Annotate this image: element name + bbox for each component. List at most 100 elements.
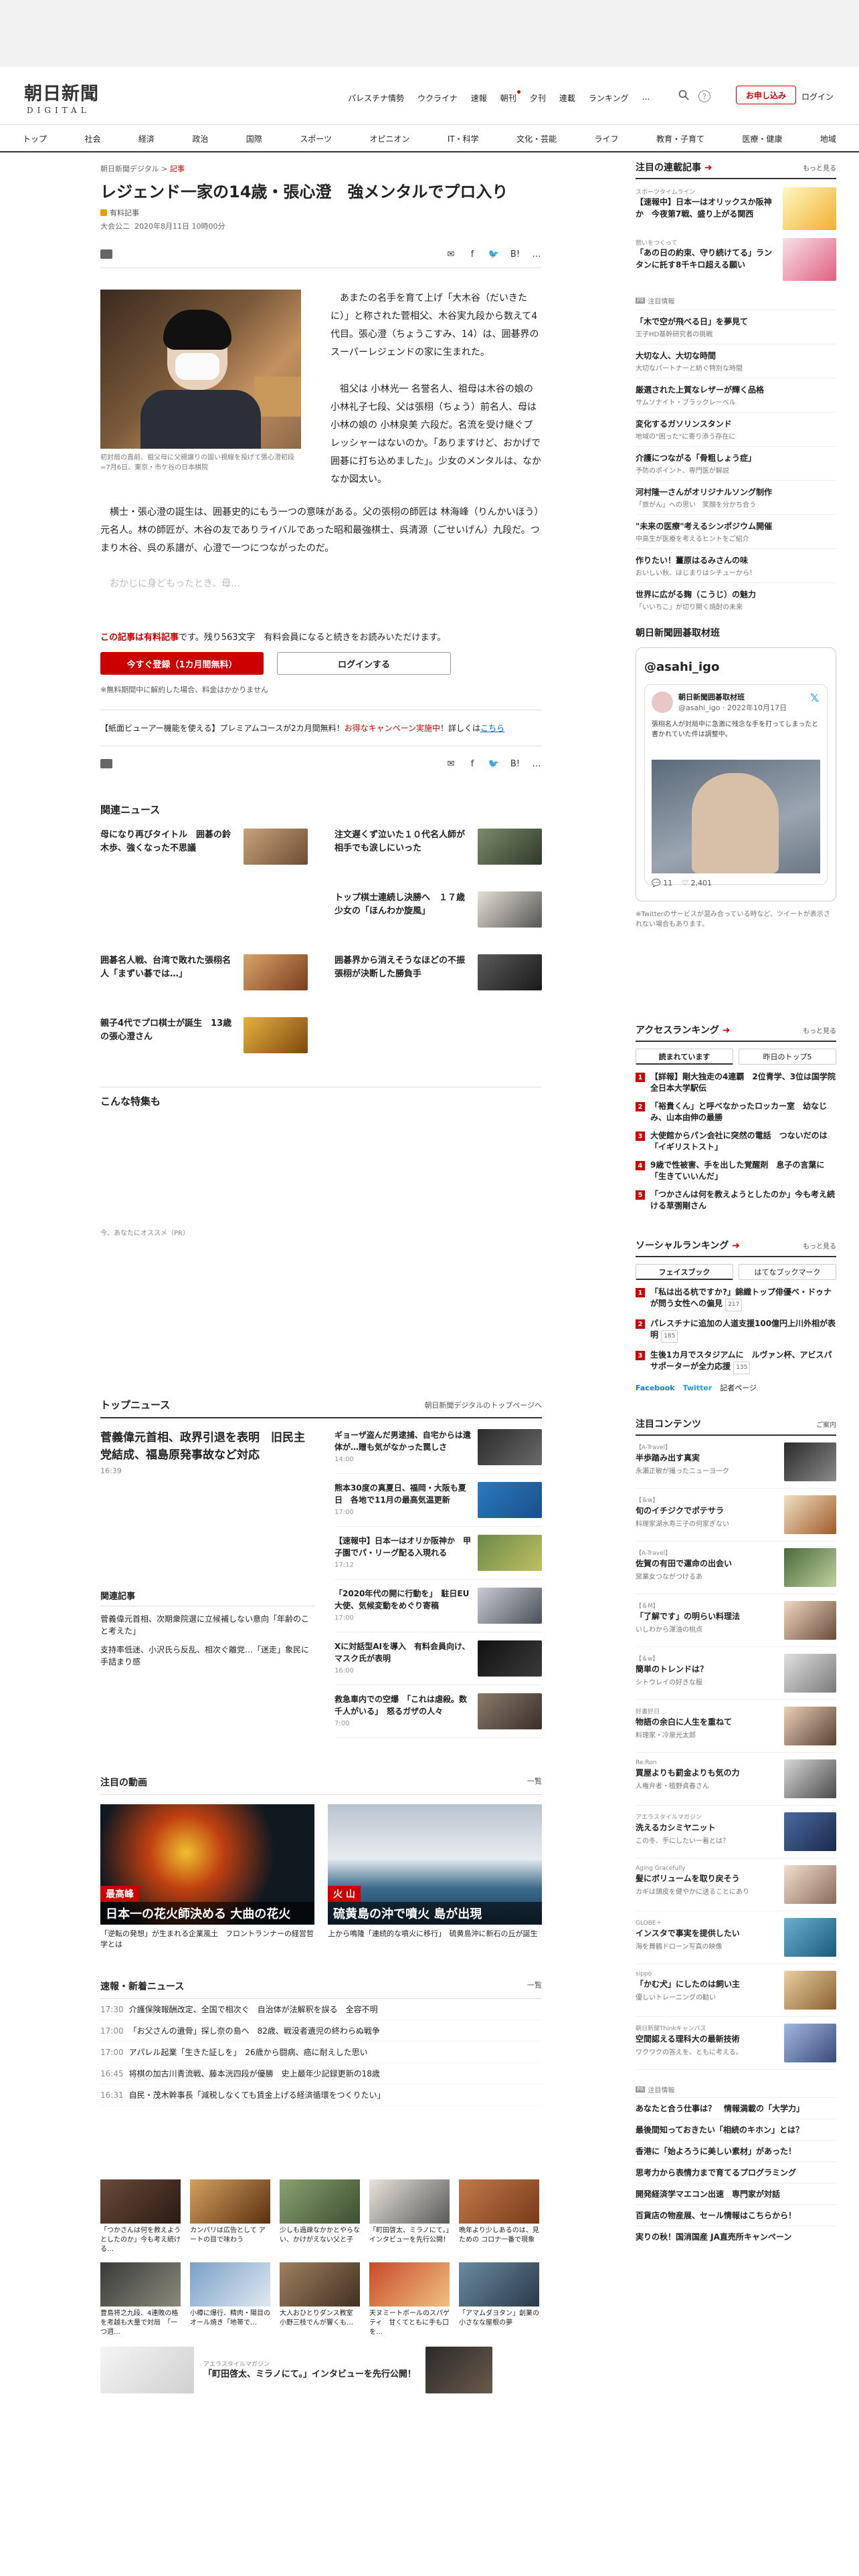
list-item[interactable]: 厳選された上質なレザーが輝く品格 サムソナイト・ブラックレーベル bbox=[636, 378, 836, 412]
article-photo[interactable]: 初対局の直前、祖父母に父親譲りの固い視線を投げて張心澄初段=7月6日、東京・市ケ… bbox=[100, 290, 301, 508]
mail-icon[interactable]: ✉ bbox=[446, 249, 456, 259]
tab-hatena[interactable]: はてなブックマーク bbox=[739, 1264, 836, 1280]
list-item[interactable]: ギョーザ盗んだ男逮捕、自宅からは遺体が…贈も気がなかった罠しさ 14:00 bbox=[335, 1429, 542, 1474]
list-item[interactable]: Xに対話型AIを導入 有料会員向け、マスク氏が表明 16:00 bbox=[335, 1640, 542, 1685]
list-item[interactable]: 「町田啓太、ミラノにて。」インタビューを先行公開！ bbox=[369, 2179, 450, 2254]
list-item[interactable]: 【A-Travel】 半歩踏み出す真実 永瀬正敏が撮ったニューヨーク bbox=[636, 1436, 836, 1489]
nav-series[interactable]: 連載 bbox=[559, 92, 575, 104]
mail-icon[interactable]: ✉ bbox=[446, 758, 456, 769]
reply-count[interactable]: 💬 11 bbox=[652, 879, 672, 887]
list-item[interactable]: 実りの秋！国消国産 JA直売所キャンペーン bbox=[636, 2226, 836, 2247]
list-item[interactable] bbox=[100, 891, 308, 928]
list-item[interactable]: 菅義偉元首相、次期衆院選に立候補しない意向「年齢のこと考えた」 bbox=[100, 1613, 314, 1637]
nav-more[interactable]: … bbox=[642, 92, 650, 104]
list-item[interactable]: 4 9歳で性被害、手を出した覚醒剤 息子の言葉に「生きていいんだ」 bbox=[636, 1160, 836, 1182]
author[interactable]: 大会公二 bbox=[100, 222, 130, 231]
like-count[interactable]: ♡ 2,401 bbox=[682, 879, 712, 887]
contents-more[interactable]: ご案内 bbox=[816, 1419, 836, 1429]
list-item[interactable]: トップ棋士連続し決勝へ １７歳少女の「ほんわか旋風」 bbox=[335, 891, 542, 928]
cat-it-science[interactable]: IT・科学 bbox=[448, 133, 479, 144]
register-button[interactable]: 今すぐ登録（1カ月間無料） bbox=[100, 652, 264, 675]
list-item[interactable]: 「2020年代の開に行動を」 駐日EU大使、気候変動をめぐり寄稿 17:00 bbox=[335, 1588, 542, 1632]
list-item[interactable]: 小樽に爆行、精肉・陽目のオール焼き「地帯で… bbox=[190, 2262, 270, 2337]
top-page-link[interactable]: 朝日新聞デジタルのトップページへ bbox=[424, 1400, 542, 1410]
list-item[interactable]: 思考力から表情力まで育てるプログラミング bbox=[636, 2161, 836, 2183]
list-item[interactable]: 「木で空が飛べる日」を夢見て 王子HD基幹研究者の挑戦 bbox=[636, 310, 836, 344]
access-more[interactable]: もっと見る bbox=[803, 1025, 836, 1035]
list-item[interactable]: 親子4代でプロ棋士が誕生 13歳の張心澄さん bbox=[100, 1017, 308, 1053]
list-item[interactable]: 16:31 自民・茂木幹事長「減税しなくても賃金上げる経済循環をつくりたい」 bbox=[100, 2084, 542, 2106]
list-item[interactable]: 介護につながる「骨粗しょう症」 予防のポイント、専門医が解説 bbox=[636, 446, 836, 480]
search-icon[interactable] bbox=[678, 90, 689, 103]
cat-education[interactable]: 教育・子育て bbox=[656, 133, 704, 144]
paywall-login-button[interactable]: ログインする bbox=[277, 652, 451, 675]
list-item[interactable]: 好書好日 物語の余白に人生を重ねて 料理家・冷泉光太郎 bbox=[636, 1700, 836, 1753]
videos-more[interactable]: 一覧 bbox=[527, 1776, 542, 1789]
list-item[interactable]: 5 「つかさんは何を教えようとしたのか」今も考え続ける草彅剛さん bbox=[636, 1189, 836, 1212]
list-item[interactable]: 大人おひとりダンス教室 小野三枝でんが響くも… bbox=[280, 2262, 360, 2337]
list-item[interactable]: 注文遅くず泣いた１０代名人師が相手でも涙しにいった bbox=[335, 829, 542, 865]
bottom-ad[interactable]: アエラスタイルマガジン 「町田啓太、ミラノにて。」インタビューを先行公開！ bbox=[100, 2347, 542, 2393]
list-item[interactable]: 1 【詳報】剛大独走の4連覇 2位青学、3位は国学院 全日本大学駅伝 bbox=[636, 1071, 844, 1094]
hatena-icon[interactable]: B! bbox=[510, 758, 520, 769]
list-item[interactable]: 大切な人、大切な時間 大切なパートナーと紡ぐ特別な時間 bbox=[636, 344, 836, 378]
list-item[interactable]: 17:00 アパレル起業「生きた証しを」 26歳から闘病、癌に耐えした思い bbox=[100, 2042, 542, 2063]
twitter-embed[interactable]: @asahi_igo 朝日新聞囲碁取材班 @asahi_igo · 2022年1… bbox=[636, 647, 836, 901]
site-logo[interactable]: 朝日新聞 DIGITAL bbox=[24, 79, 111, 115]
list-item[interactable]: 囲碁名人戦、台湾で敗れた張栩名人「まずい碁では…」 bbox=[100, 954, 308, 990]
cat-international[interactable]: 国際 bbox=[246, 133, 262, 144]
list-item[interactable]: 2 「裕貴くん」と呼べなかったロッカー室 幼なじみ、山本由伸の最勝 bbox=[636, 1101, 836, 1123]
list-item[interactable]: 憩いをつくって 「あの日の約束、守り続けてる」ランタンに託す8千キロ超える願い bbox=[636, 238, 836, 281]
video-card[interactable]: 最高峰 日本一の花火師決める 大曲の花火 「逆転の発想」が生まれる企業風土 フロ… bbox=[100, 1804, 314, 1950]
printer-icon[interactable] bbox=[100, 249, 112, 259]
list-item[interactable]: 百貨店の物産展、セール情報はこちらから！ bbox=[636, 2204, 836, 2226]
list-item[interactable]: 支持率低迷、小沢氏ら反乱、相次ぐ離党…「迷走」象民に手詰まり感 bbox=[100, 1644, 314, 1668]
list-item[interactable]: "未来の医療"考えるシンポジウム開催 中高生が医療を考えるヒントをご紹介 bbox=[636, 514, 836, 548]
help-icon[interactable]: ? bbox=[698, 90, 710, 102]
list-item[interactable]: 豊島将之九段、4連敗の格を考越も大量で対局 「一つ週… bbox=[100, 2262, 181, 2337]
lead-headline[interactable]: 菅義偉元首相、政界引退を表明 旧民主党結成、福島原発事故など対応 bbox=[100, 1429, 314, 1464]
tweet-card[interactable]: 朝日新聞囲碁取材班 @asahi_igo · 2022年10月17日 𝕏 張栩名… bbox=[644, 684, 828, 887]
printer-icon[interactable] bbox=[100, 759, 112, 768]
tab-read[interactable]: 読まれています bbox=[636, 1049, 733, 1065]
facebook-link[interactable]: Facebook bbox=[636, 1384, 675, 1392]
twitter-icon[interactable]: 🐦 bbox=[488, 758, 499, 769]
list-item[interactable]: カンパリは広告として アートの目で味わう bbox=[190, 2179, 270, 2254]
tab-yesterday[interactable]: 昨日のトップ5 bbox=[739, 1049, 836, 1065]
nav-breaking[interactable]: 速報 bbox=[471, 92, 487, 104]
social-more[interactable]: もっと見る bbox=[803, 1241, 836, 1251]
list-item[interactable]: 朝日新聞Thinkキャンパス 空間認える理科大の最新技術 ワクワクの答えを、ともに考… bbox=[636, 2017, 836, 2070]
breaking-more[interactable]: 一覧 bbox=[527, 1979, 542, 1993]
list-item[interactable]: 【速報中】日本一はオリか阪神か 甲子園でパ・リーグ配る入現れる 17:12 bbox=[335, 1535, 542, 1580]
more-icon[interactable]: … bbox=[531, 758, 542, 769]
nav-palestine[interactable]: パレスチナ情勢 bbox=[348, 92, 404, 104]
list-item[interactable]: 17:00 「お父さんの遺骨」探し奈の島へ 82歳、戦没者遺児の終わらぬ戦争 bbox=[100, 2020, 542, 2042]
list-item[interactable]: 最後間知っておきたい「相続のキホン」とは？ bbox=[636, 2119, 836, 2140]
more-icon[interactable]: … bbox=[531, 249, 542, 259]
campaign-link[interactable]: こちら bbox=[480, 724, 504, 733]
list-item[interactable]: 1 「私は出る杭ですか?」錦織トップ俳優ベ・ドゥナが問う女性への偏見 217 bbox=[636, 1287, 836, 1311]
list-item[interactable]: 【A-Travel】 佐賀の有田で運命の出会い 窯業女つながつけるあ bbox=[636, 1541, 836, 1594]
list-item[interactable]: 囲碁界から消えそうなほどの不振 張栩が決断した勝負手 bbox=[335, 954, 542, 990]
attention-more[interactable]: もっと見る bbox=[803, 163, 836, 173]
subscribe-button[interactable]: お申し込み bbox=[736, 86, 796, 104]
list-item[interactable]: アエラスタイルマガジン 洗えるカシミヤニット この冬、手にしたい一着とは？ bbox=[636, 1806, 836, 1858]
breadcrumb-section[interactable]: 記事 bbox=[170, 165, 185, 173]
list-item[interactable]: 【＆M】 「了解です」の明らい料理法 いしわから渾油の桃点 bbox=[636, 1594, 836, 1647]
list-item[interactable]: 母になり再びタイトル 囲碁の鈴木歩、強くなった不思議 bbox=[100, 829, 308, 865]
list-item[interactable]: Aging Gracefully 髪にボリュームを取り戻そう カギは頭皮を健やかに送… bbox=[636, 1858, 836, 1911]
list-item[interactable]: 【＆w】 簡単のトレンドは？ シトウレイの好きな服 bbox=[636, 1647, 836, 1700]
list-item[interactable]: 世界に広がる麹（こうじ）の魅力 「いいちこ」が切り開く焼酎の未来 bbox=[636, 582, 836, 617]
list-item[interactable]: あなたと合う仕事は？ 情報満載の「大学力」 bbox=[636, 2097, 836, 2119]
list-item[interactable]: 救急車内での空爆 「これは虐殺。数千人がいる」 怒るガザの人々 7:00 bbox=[335, 1693, 542, 1738]
cat-society[interactable]: 社会 bbox=[84, 133, 100, 144]
cat-life[interactable]: ライフ bbox=[595, 133, 619, 144]
list-item[interactable]: 2 パレスチナに追加の人道支援100億円上川外相が表明 185 bbox=[636, 1318, 836, 1343]
cat-opinion[interactable]: オピニオン bbox=[369, 133, 409, 144]
list-item[interactable]: 少しも過疎なかかとやらない、かけがえない父と子 bbox=[280, 2179, 360, 2254]
list-item[interactable]: 熊本30度の真夏日、福岡・大阪も夏日 各地で11月の最高気温更新 17:00 bbox=[335, 1482, 542, 1527]
cat-economy[interactable]: 経済 bbox=[138, 133, 155, 144]
list-item[interactable]: 天ヌミートボールのスパゲティ 甘くてともに手も口を… bbox=[369, 2262, 450, 2337]
cat-region[interactable]: 地域 bbox=[820, 133, 836, 144]
hatena-icon[interactable]: B! bbox=[510, 249, 520, 259]
